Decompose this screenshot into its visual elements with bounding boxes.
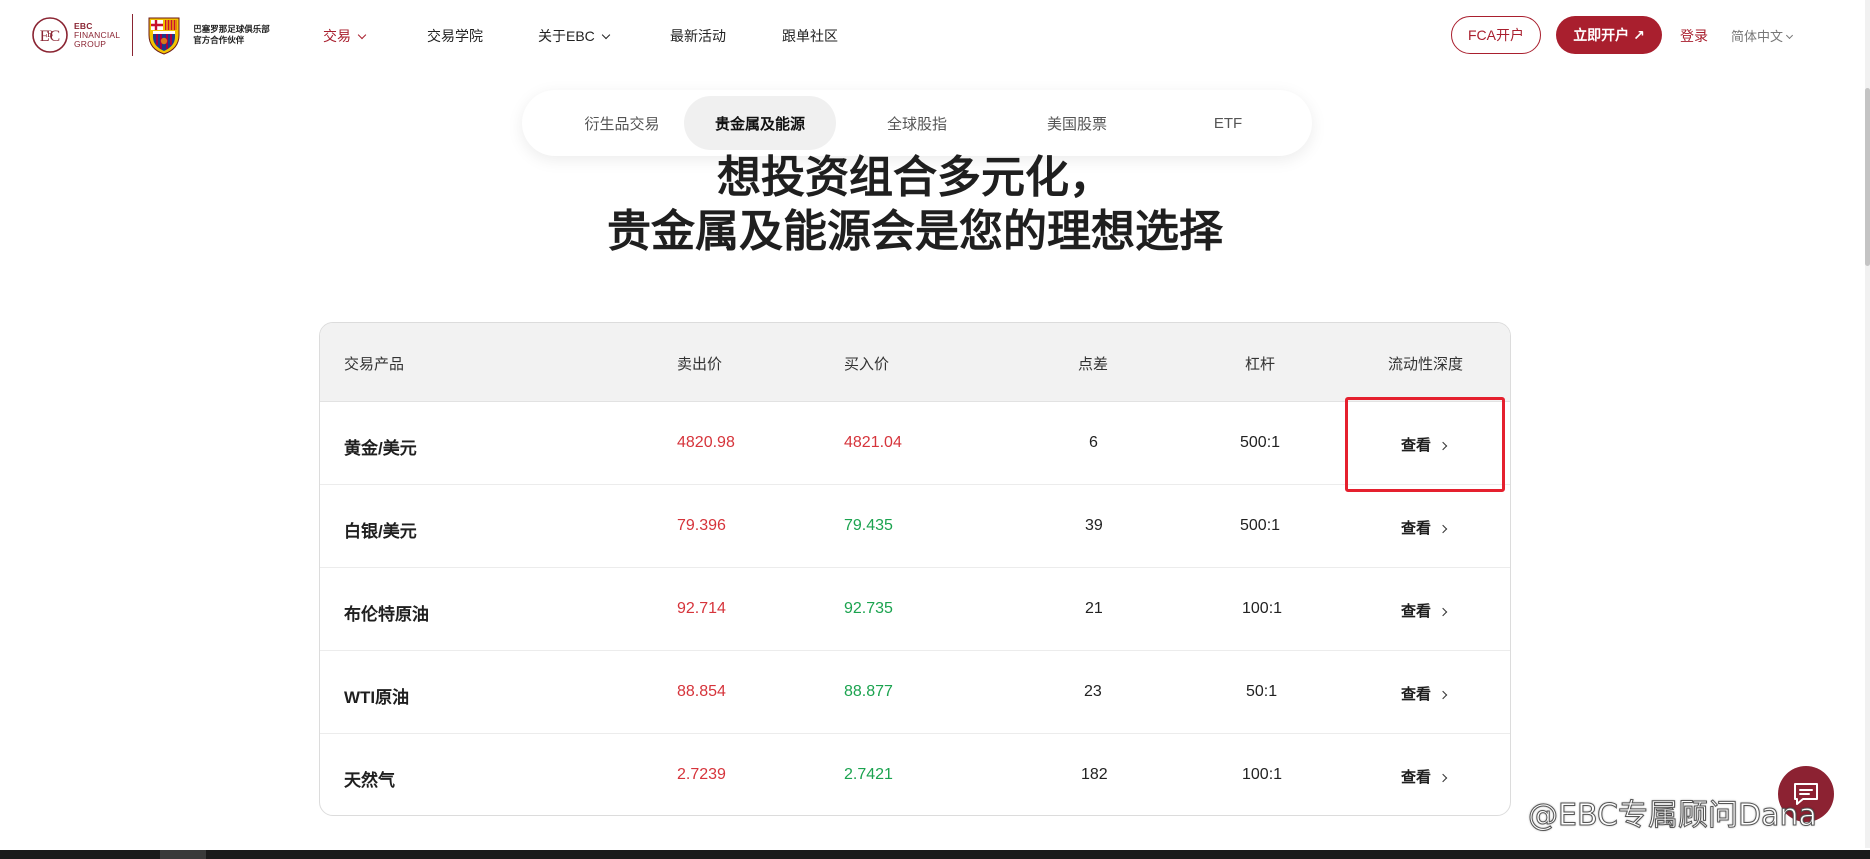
product-name: 天然气 xyxy=(344,771,395,790)
view-depth-button[interactable]: 查看 xyxy=(1401,517,1448,538)
leverage: 100:1 xyxy=(1242,766,1283,783)
spread: 39 xyxy=(1085,517,1103,534)
buy-price: 92.735 xyxy=(844,600,893,617)
view-depth-button[interactable]: 查看 xyxy=(1401,434,1448,455)
fca-account-button[interactable]: FCA开户 xyxy=(1451,16,1541,54)
product-name: 黄金/美元 xyxy=(344,439,417,458)
leverage: 500:1 xyxy=(1240,434,1281,451)
language-label: 简体中文 xyxy=(1731,29,1784,44)
sell-price: 79.396 xyxy=(677,517,726,534)
table-row: 布伦特原油 92.714 92.735 21 100:1 查看 xyxy=(320,568,1510,651)
product-name: 白银/美元 xyxy=(344,522,417,541)
view-depth-button[interactable]: 查看 xyxy=(1401,600,1448,621)
tab-global-indices[interactable]: 全球股指 xyxy=(842,96,992,150)
product-name: 布伦特原油 xyxy=(344,605,429,624)
nav-label: 交易学院 xyxy=(427,28,483,44)
spread: 21 xyxy=(1085,600,1103,617)
buy-price: 4821.04 xyxy=(844,434,902,451)
col-spread: 点差 xyxy=(1078,356,1109,373)
table-row: WTI原油 88.854 88.877 23 50:1 查看 xyxy=(320,651,1510,734)
table-row: 白银/美元 79.396 79.435 39 500:1 查看 xyxy=(320,485,1510,568)
col-sell: 卖出价 xyxy=(677,356,723,373)
watermark: @EBC专属顾问Dana xyxy=(1528,798,1818,834)
partner-line-2: 官方合作伙伴 xyxy=(193,35,245,45)
sell-price: 88.854 xyxy=(677,683,726,700)
partner-text: 巴塞罗那足球俱乐部 官方合作伙伴 xyxy=(193,24,270,46)
logo-group[interactable]: EC B EBC FINANCIAL GROUP 巴塞罗那足球俱乐部 官方合作伙… xyxy=(30,14,270,56)
chevron-right-icon xyxy=(1438,441,1448,451)
chevron-down-icon xyxy=(601,30,611,40)
tab-etf[interactable]: ETF xyxy=(1160,96,1296,150)
headline-line-2: 贵金属及能源会是您的理想选择 xyxy=(607,207,1223,256)
taskbar-app[interactable] xyxy=(160,850,206,859)
logo-divider xyxy=(132,14,134,56)
chevron-right-icon xyxy=(1438,690,1448,700)
price-table: 交易产品 卖出价 买入价 点差 杠杆 流动性深度 黄金/美元 4820.98 4… xyxy=(319,322,1511,816)
nav-item-copy-trading[interactable]: 跟单社区 xyxy=(782,26,838,46)
leverage: 50:1 xyxy=(1246,683,1278,700)
view-depth-button[interactable]: 查看 xyxy=(1401,766,1448,787)
product-name: WTI原油 xyxy=(344,688,410,707)
tab-derivatives[interactable]: 衍生品交易 xyxy=(540,96,704,150)
open-account-button[interactable]: 立即开户 ↗ xyxy=(1556,16,1662,54)
nav-item-academy[interactable]: 交易学院 xyxy=(427,26,483,46)
col-buy: 买入价 xyxy=(844,356,890,373)
fc-barcelona-crest-icon xyxy=(148,17,180,55)
nav-label: 关于EBC xyxy=(538,28,595,44)
spread: 6 xyxy=(1089,434,1098,451)
chevron-right-icon xyxy=(1438,607,1448,617)
table-header: 交易产品 卖出价 买入价 点差 杠杆 流动性深度 xyxy=(320,323,1510,402)
leverage: 100:1 xyxy=(1242,600,1283,617)
table-row: 黄金/美元 4820.98 4821.04 6 500:1 查看 xyxy=(320,402,1510,485)
view-depth-button[interactable]: 查看 xyxy=(1401,683,1448,704)
chevron-right-icon xyxy=(1438,524,1448,534)
col-leverage: 杠杆 xyxy=(1245,356,1276,373)
ebc-logo-icon: EC B xyxy=(32,17,68,53)
spread: 23 xyxy=(1084,683,1102,700)
scrollbar-thumb[interactable] xyxy=(1865,88,1870,266)
svg-text:B: B xyxy=(47,29,53,39)
sell-price: 4820.98 xyxy=(677,434,735,451)
login-link[interactable]: 登录 xyxy=(1680,26,1708,46)
col-product: 交易产品 xyxy=(344,356,405,373)
headline-line-1: 想投资组合多元化， xyxy=(717,153,1113,202)
chevron-down-icon xyxy=(1785,31,1794,40)
nav-label: 跟单社区 xyxy=(782,28,838,44)
nav-item-events[interactable]: 最新活动 xyxy=(670,26,726,46)
chevron-right-icon xyxy=(1438,773,1448,783)
buy-price: 2.7421 xyxy=(844,766,893,783)
brand-name: EBC FINANCIAL GROUP xyxy=(74,21,120,49)
nav-item-trading[interactable]: 交易 xyxy=(323,26,367,46)
tab-metals-energy[interactable]: 贵金属及能源 xyxy=(684,96,836,150)
partner-line-1: 巴塞罗那足球俱乐部 xyxy=(193,24,270,34)
brand-line-3: GROUP xyxy=(74,38,107,49)
nav-label: 交易 xyxy=(323,28,351,44)
sell-price: 92.714 xyxy=(677,600,726,617)
view-label: 查看 xyxy=(1401,603,1432,620)
os-taskbar xyxy=(0,850,1870,859)
nav-item-about[interactable]: 关于EBC xyxy=(538,26,611,46)
buy-price: 88.877 xyxy=(844,683,893,700)
nav-label: 最新活动 xyxy=(670,28,726,44)
view-label: 查看 xyxy=(1401,520,1432,537)
tab-us-stocks[interactable]: 美国股票 xyxy=(1000,96,1154,150)
view-label: 查看 xyxy=(1401,686,1432,703)
spread: 182 xyxy=(1081,766,1108,783)
view-label: 查看 xyxy=(1401,769,1432,786)
language-selector[interactable]: 简体中文 xyxy=(1731,26,1794,45)
view-label: 查看 xyxy=(1401,437,1432,454)
table-row: 天然气 2.7239 2.7421 182 100:1 查看 xyxy=(320,734,1510,815)
product-tabs: 衍生品交易 贵金属及能源 全球股指 美国股票 ETF xyxy=(522,90,1312,156)
site-header: EC B EBC FINANCIAL GROUP 巴塞罗那足球俱乐部 官方合作伙… xyxy=(0,0,1865,70)
leverage: 500:1 xyxy=(1240,517,1281,534)
col-liquidity: 流动性深度 xyxy=(1388,356,1464,373)
buy-price: 79.435 xyxy=(844,517,893,534)
sell-price: 2.7239 xyxy=(677,766,726,783)
chevron-down-icon xyxy=(357,30,367,40)
